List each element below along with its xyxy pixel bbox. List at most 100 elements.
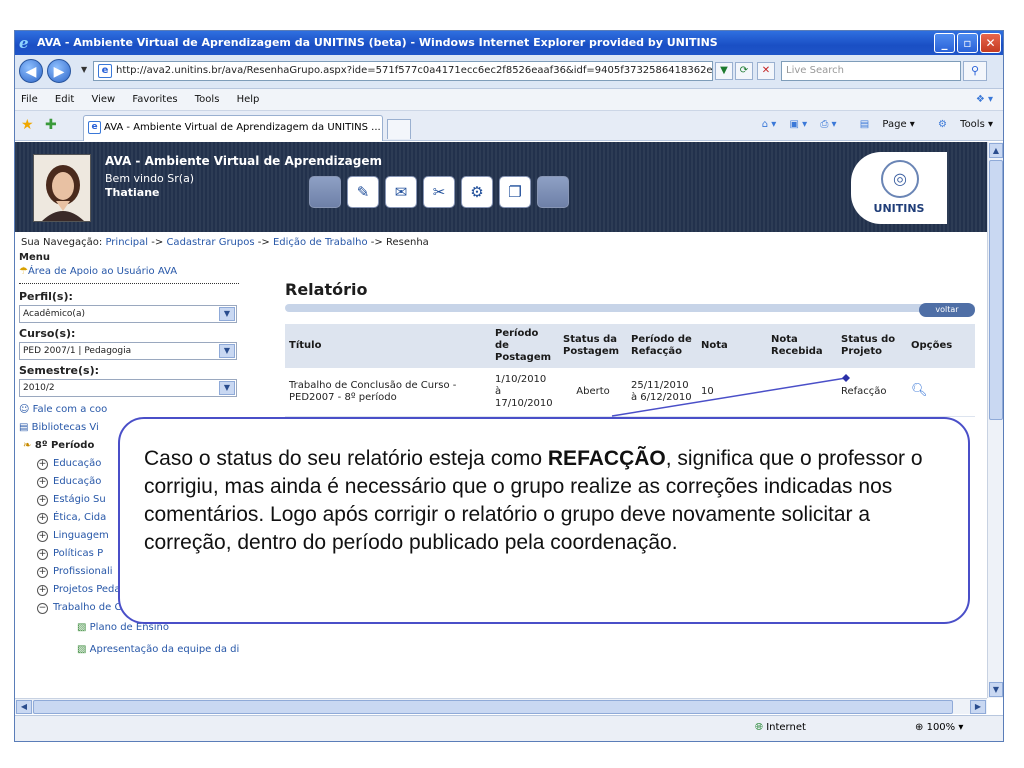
scroll-thumb[interactable] xyxy=(33,700,953,714)
page-menu[interactable]: ▤ Page ▾ xyxy=(850,119,915,130)
stop-icon[interactable]: ✕ xyxy=(757,62,775,80)
chevron-down-icon: ▼ xyxy=(219,381,235,395)
expand-icon: + xyxy=(37,477,48,488)
window-titlebar: e AVA - Ambiente Virtual de Aprendizagem… xyxy=(15,31,1003,55)
search-input[interactable]: Live Search xyxy=(781,61,961,81)
notebook-icon[interactable]: ✎ xyxy=(347,176,379,208)
minimize-button[interactable]: _ xyxy=(934,33,955,53)
library-icon: ▤ xyxy=(19,422,32,433)
chevron-down-icon: ▼ xyxy=(219,307,235,321)
slide: e AVA - Ambiente Virtual de Aprendizagem… xyxy=(0,0,1024,768)
semester-select[interactable]: 2010/2 ▼ xyxy=(19,379,237,397)
cell-periodo-postagem: 1/10/2010 à 17/10/2010 xyxy=(491,368,559,417)
breadcrumb-principal[interactable]: Principal xyxy=(105,237,148,248)
refresh-icon[interactable]: ⟳ xyxy=(735,62,753,80)
cell-titulo: Trabalho de Conclusão de Curso - PED2007… xyxy=(285,368,491,417)
tab-label: AVA - Ambiente Virtual de Aprendizagem d… xyxy=(104,122,381,133)
page-icon: e xyxy=(98,64,112,78)
address-dropdown-icon[interactable]: ▼ xyxy=(715,62,733,80)
favorites-star-icon[interactable]: ★ xyxy=(21,117,34,133)
header-icons: ✎ ✉ ✂ ⚙ ❐ xyxy=(309,176,569,208)
profile-select[interactable]: Acadêmico(a) ▼ xyxy=(19,305,237,323)
support-link[interactable]: ☂Área de Apoio ao Usuário AVA xyxy=(19,266,261,277)
vertical-scrollbar[interactable]: ▲ ▼ xyxy=(987,142,1003,698)
cell-nota: 10 xyxy=(697,368,767,417)
menu-help[interactable]: Help xyxy=(237,94,260,105)
menu-tools[interactable]: Tools xyxy=(195,94,220,105)
col-periodo-postagem: Período de Postagem xyxy=(491,324,559,368)
scroll-up-icon[interactable]: ▲ xyxy=(989,143,1003,158)
table-header-row: Título Período de Postagem Status da Pos… xyxy=(285,324,975,368)
expand-icon: + xyxy=(37,531,48,542)
voltar-button[interactable]: voltar xyxy=(919,303,975,317)
col-opcoes: Opções xyxy=(907,324,975,368)
ie-logo-icon: e xyxy=(19,34,29,52)
feeds-icon[interactable]: ▣ ▾ xyxy=(790,119,808,130)
blank-icon[interactable] xyxy=(537,176,569,208)
welcome-text: Bem vindo Sr(a) xyxy=(105,172,195,185)
zoom-icon: ⊕ xyxy=(915,722,924,733)
add-favorite-icon[interactable]: ✚ xyxy=(45,117,57,133)
unitins-logo: ◎ UNITINS xyxy=(851,152,947,224)
magnifier-icon[interactable]: 🔍︎ xyxy=(911,383,928,398)
header-title: AVA - Ambiente Virtual de Aprendizagem xyxy=(105,154,382,168)
address-url: http://ava2.unitins.br/ava/ResenhaGrupo.… xyxy=(116,65,713,76)
scroll-right-icon[interactable]: ▶ xyxy=(970,700,986,714)
breadcrumb-edicao-trabalho[interactable]: Edição de Trabalho xyxy=(273,237,368,248)
menu-edit[interactable]: Edit xyxy=(55,94,74,105)
scroll-down-icon[interactable]: ▼ xyxy=(989,682,1003,697)
ava-header: AVA - Ambiente Virtual de Aprendizagem B… xyxy=(15,142,987,232)
menu-view[interactable]: View xyxy=(91,94,115,105)
search-icon[interactable]: ⚲ xyxy=(963,61,987,81)
course-label: Curso(s): xyxy=(19,327,76,340)
tools-icon[interactable]: ✂ xyxy=(423,176,455,208)
document-icon: ▧ xyxy=(77,622,90,633)
zoom-control[interactable]: ⊕ 100% ▾ xyxy=(915,722,963,733)
maximize-button[interactable]: ▫ xyxy=(957,33,978,53)
horizontal-scrollbar[interactable]: ◀ ▶ xyxy=(15,698,987,714)
table-row: Trabalho de Conclusão de Curso - PED2007… xyxy=(285,368,975,417)
expand-icon: + xyxy=(37,549,48,560)
settings-icon[interactable]: ⚙ xyxy=(461,176,493,208)
tab-ava[interactable]: e AVA - Ambiente Virtual de Aprendizagem… xyxy=(83,115,383,141)
menu-file[interactable]: File xyxy=(21,94,38,105)
divider xyxy=(19,283,239,284)
menu-bar: File Edit View Favorites Tools Help ❖ ▾ xyxy=(15,89,1003,111)
expand-icon: + xyxy=(37,495,48,506)
semester-label: Semestre(s): xyxy=(19,364,99,377)
book-icon[interactable]: ❐ xyxy=(499,176,531,208)
mail-icon[interactable]: ✉ xyxy=(385,176,417,208)
address-input[interactable]: e http://ava2.unitins.br/ava/ResenhaGrup… xyxy=(93,61,713,81)
home-icon[interactable]: ⌂ ▾ xyxy=(762,119,777,130)
help-icon: ☂ xyxy=(19,266,28,277)
breadcrumb: Sua Navegação: Principal -> Cadastrar Gr… xyxy=(21,237,429,248)
col-titulo: Título xyxy=(285,324,491,368)
folder-icon: ❧ xyxy=(23,440,35,451)
breadcrumb-cadastrar-grupos[interactable]: Cadastrar Grupos xyxy=(166,237,254,248)
new-tab-button[interactable] xyxy=(387,119,411,139)
col-status-projeto: Status do Projeto xyxy=(837,324,907,368)
tools-menu[interactable]: ⚙ Tools ▾ xyxy=(928,119,993,130)
course-select[interactable]: PED 2007/1 | Pedagogia ▼ xyxy=(19,342,237,360)
close-button[interactable]: ✕ xyxy=(980,33,1001,53)
avatar xyxy=(33,154,91,222)
scroll-left-icon[interactable]: ◀ xyxy=(16,700,32,714)
forward-arrow-icon[interactable]: ▶ xyxy=(47,59,71,83)
menu-favorites[interactable]: Favorites xyxy=(132,94,177,105)
windows-logo-icon[interactable]: ❖ ▾ xyxy=(976,89,993,111)
back-arrow-icon[interactable]: ◀ xyxy=(19,59,43,83)
document-icon: ▧ xyxy=(77,644,90,655)
blank-icon[interactable] xyxy=(309,176,341,208)
tab-row: ★ ✚ e AVA - Ambiente Virtual de Aprendiz… xyxy=(15,111,1003,141)
expand-icon: + xyxy=(37,567,48,578)
print-icon[interactable]: ⎙ ▾ xyxy=(820,119,836,130)
logo-text: UNITINS xyxy=(873,202,925,215)
report-table: Título Período de Postagem Status da Pos… xyxy=(285,324,975,417)
command-bar: ⌂ ▾ ▣ ▾ ⎙ ▾ ▤ Page ▾ ⚙ Tools ▾ xyxy=(752,119,993,130)
logo-emblem-icon: ◎ xyxy=(881,160,919,198)
expand-icon: + xyxy=(37,585,48,596)
history-dropdown-icon[interactable]: ▼ xyxy=(81,65,87,74)
scroll-thumb[interactable] xyxy=(989,160,1003,420)
globe-icon: 🌐︎ xyxy=(755,722,763,733)
sub-item-apresentacao[interactable]: ▧ Apresentação da equipe da di xyxy=(19,639,261,661)
